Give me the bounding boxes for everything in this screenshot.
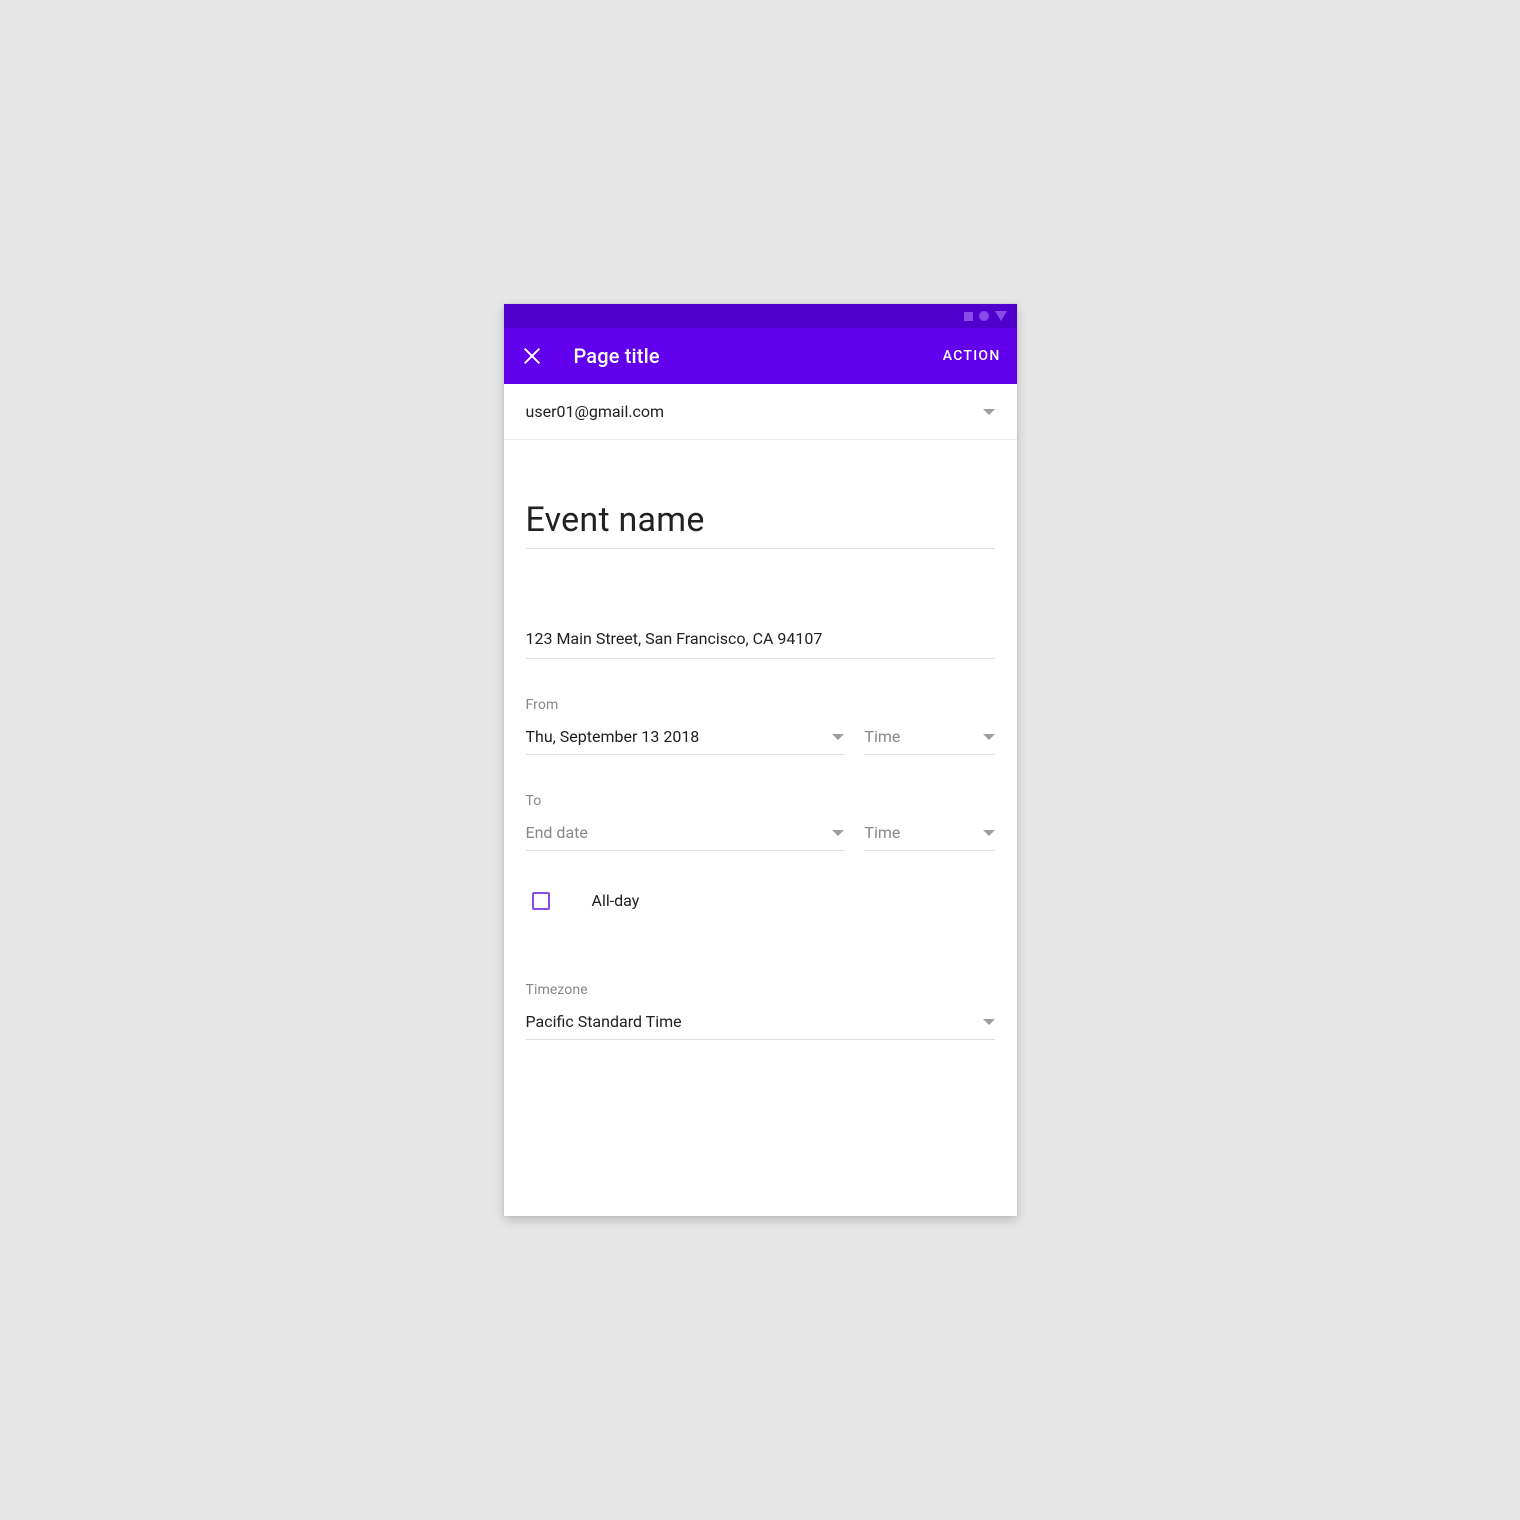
from-time-field[interactable]: Time [864,719,994,755]
from-row: Thu, September 13 2018 Time [526,719,995,755]
from-time-placeholder: Time [864,727,900,746]
from-label: From [526,697,995,713]
account-email: user01@gmail.com [526,402,665,421]
close-icon [522,346,542,366]
app-bar: Page title ACTION [504,328,1017,384]
all-day-checkbox[interactable] [532,892,550,910]
from-date-field[interactable]: Thu, September 13 2018 [526,719,845,755]
to-date-field[interactable]: End date [526,815,845,851]
chevron-down-icon [983,1019,995,1025]
chevron-down-icon [983,734,995,740]
status-square-icon [964,312,973,321]
action-button[interactable]: ACTION [943,348,1001,364]
chevron-down-icon [832,734,844,740]
status-triangle-icon [995,311,1007,321]
status-circle-icon [979,311,989,321]
chevron-down-icon [983,830,995,836]
all-day-row[interactable]: All-day [526,891,995,910]
timezone-label: Timezone [526,982,995,998]
account-selector[interactable]: user01@gmail.com [504,384,1017,440]
to-date-placeholder: End date [526,823,588,842]
device-frame: Page title ACTION user01@gmail.com Event… [504,304,1017,1216]
chevron-down-icon [983,409,995,415]
content-area: user01@gmail.com Event name 123 Main Str… [504,384,1017,1216]
timezone-value: Pacific Standard Time [526,1012,682,1031]
timezone-field[interactable]: Pacific Standard Time [526,1004,995,1040]
event-name-input[interactable]: Event name [526,440,995,549]
to-row: End date Time [526,815,995,851]
status-bar [504,304,1017,328]
close-button[interactable] [520,344,544,368]
form-area: Event name 123 Main Street, San Francisc… [504,440,1017,1040]
chevron-down-icon [832,830,844,836]
to-time-placeholder: Time [864,823,900,842]
to-time-field[interactable]: Time [864,815,994,851]
from-date-value: Thu, September 13 2018 [526,727,700,746]
all-day-label: All-day [592,891,640,910]
address-input[interactable]: 123 Main Street, San Francisco, CA 94107 [526,629,995,659]
page-title: Page title [574,344,943,368]
to-label: To [526,793,995,809]
